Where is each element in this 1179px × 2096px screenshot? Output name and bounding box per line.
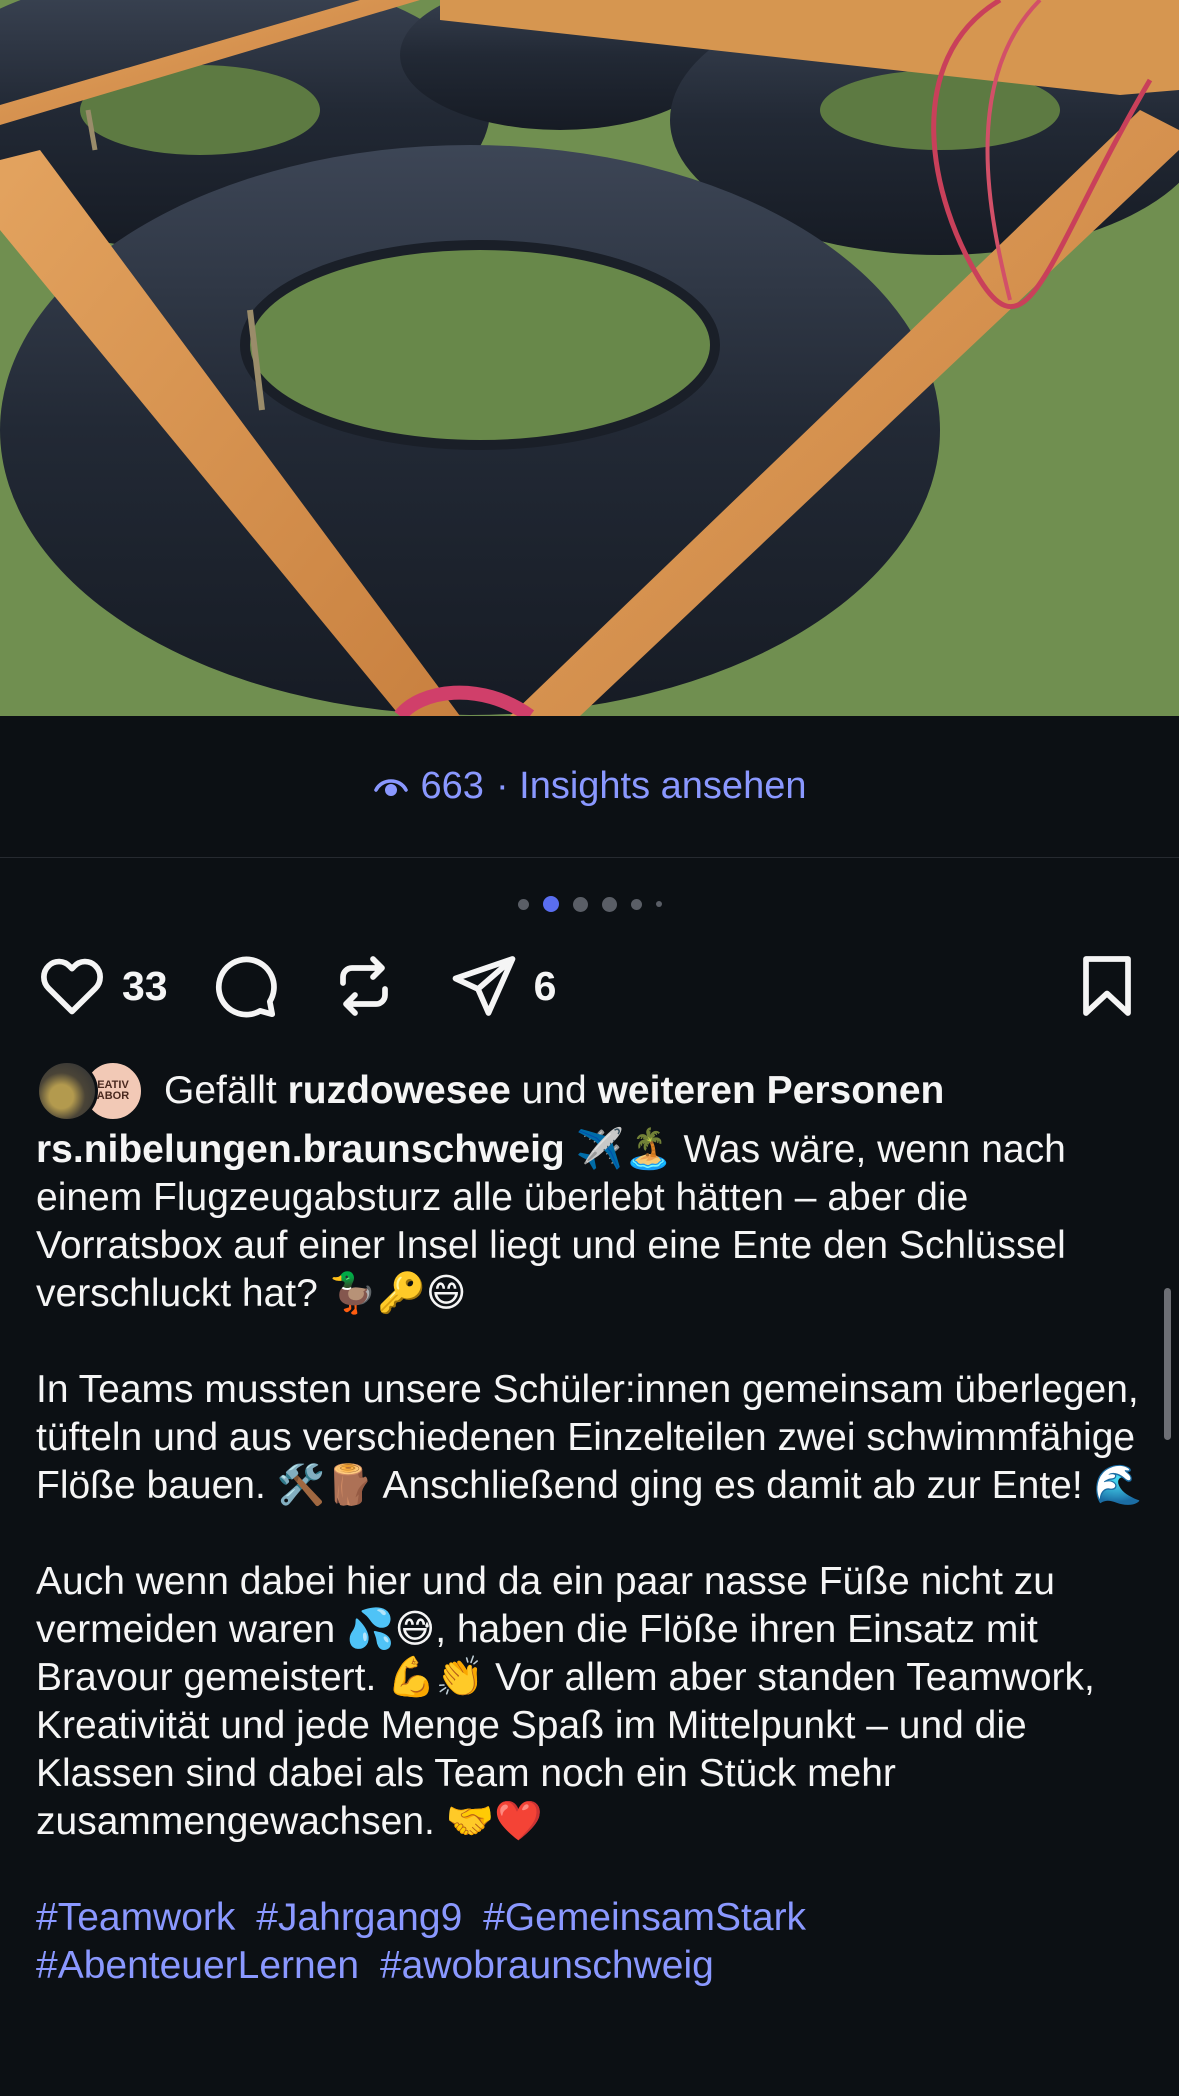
view-count: 663	[420, 765, 484, 807]
carousel-dot	[572, 896, 588, 912]
eye-icon	[373, 778, 408, 796]
liker-avatars: EATIV ABOR	[36, 1060, 144, 1122]
post-screen: 663 · Insights ansehen 33 6 EATIV ABOR G…	[0, 0, 1179, 2096]
post-photo[interactable]	[0, 0, 1179, 716]
bookmark-icon	[1083, 956, 1131, 1016]
hashtag-link[interactable]: #Teamwork	[36, 1896, 235, 1939]
hashtags: #Teamwork #Jahrgang9 #GemeinsamStark #Ab…	[36, 1894, 1146, 1990]
carousel-dot	[517, 898, 529, 910]
likes-summary[interactable]: EATIV ABOR Gefällt ruzdowesee und weiter…	[36, 1058, 1143, 1124]
share-count: 6	[533, 962, 557, 1009]
caption-paragraph: rs.nibelungen.braunschweig ✈️🏝️ Was wäre…	[36, 1126, 1146, 1318]
hashtag-link[interactable]: #AbenteuerLernen	[36, 1944, 359, 1987]
like-count: 33	[122, 962, 168, 1009]
likes-conjunction: und	[521, 1069, 587, 1112]
comment-button[interactable]	[208, 950, 280, 1022]
scroll-indicator[interactable]	[1164, 1288, 1171, 1440]
send-icon	[452, 956, 515, 1016]
carousel-dot-active	[542, 896, 559, 912]
insights-label: · Insights ansehen	[495, 765, 807, 807]
carousel-indicator	[0, 896, 1179, 912]
repost-button[interactable]	[328, 950, 400, 1022]
save-button[interactable]	[1071, 950, 1143, 1022]
author-username[interactable]: rs.nibelungen.braunschweig	[36, 1128, 565, 1171]
action-bar: 33 6	[36, 950, 1143, 1022]
share-button[interactable]: 6	[448, 950, 557, 1022]
liker-username[interactable]: ruzdowesee	[288, 1069, 511, 1113]
caption-text-2: In Teams mussten unsere Schüler:innen ge…	[36, 1368, 1143, 1507]
likes-prefix: Gefällt	[164, 1069, 277, 1112]
hashtag-link[interactable]: #awobraunschweig	[380, 1944, 714, 1987]
heart-icon	[41, 958, 103, 1015]
post-caption: rs.nibelungen.braunschweig ✈️🏝️ Was wäre…	[36, 1126, 1146, 1990]
carousel-dot	[655, 901, 662, 907]
caption-paragraph: Auch wenn dabei hier und da ein paar nas…	[36, 1558, 1146, 1846]
carousel-dot	[601, 896, 617, 912]
like-button[interactable]: 33	[36, 950, 168, 1022]
comment-icon	[215, 956, 277, 1018]
caption-paragraph: In Teams mussten unsere Schüler:innen ge…	[36, 1366, 1146, 1510]
insights-link[interactable]: 663 · Insights ansehen	[0, 716, 1179, 858]
hashtag-link[interactable]: #Jahrgang9	[256, 1896, 462, 1939]
likes-others[interactable]: weiteren Personen	[598, 1069, 945, 1113]
hashtag-link[interactable]: #GemeinsamStark	[483, 1896, 806, 1939]
avatar	[36, 1060, 98, 1122]
carousel-dot	[630, 898, 642, 910]
caption-text-3: Auch wenn dabei hier und da ein paar nas…	[36, 1560, 1095, 1843]
repost-icon	[339, 956, 388, 1016]
